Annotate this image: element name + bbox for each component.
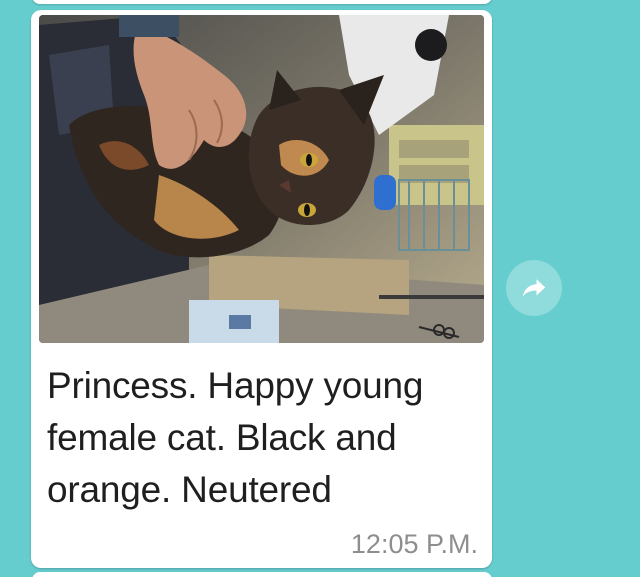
forward-arrow-icon bbox=[522, 279, 546, 297]
message-caption: Princess. Happy young female cat. Black … bbox=[47, 365, 424, 510]
message-timestamp: 12:05 P.M. bbox=[350, 529, 478, 559]
chat-area: Princess. Happy young female cat. Black … bbox=[0, 0, 640, 577]
next-message-bubble[interactable] bbox=[32, 572, 492, 577]
forward-button[interactable] bbox=[506, 260, 562, 316]
image-message-bubble[interactable]: Princess. Happy young female cat. Black … bbox=[31, 10, 492, 568]
cat-photo[interactable] bbox=[39, 15, 484, 343]
previous-message-bubble[interactable] bbox=[32, 0, 492, 4]
